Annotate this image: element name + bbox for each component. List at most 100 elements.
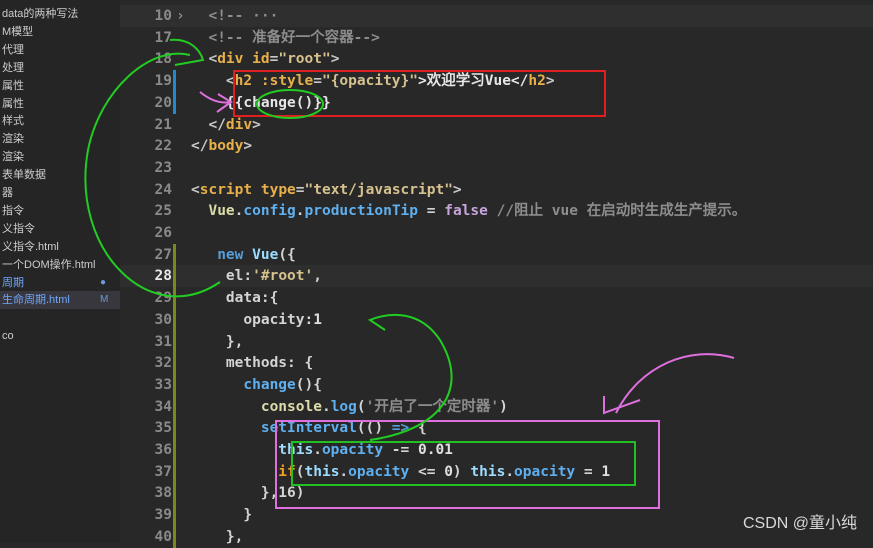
code-line[interactable]: 19 <h2 :style="{opacity}">欢迎学习Vue</h2> bbox=[120, 70, 873, 93]
code-token: "root" bbox=[278, 51, 331, 68]
code-line[interactable]: 24 <script type="text/javascript"> bbox=[120, 179, 873, 201]
code-line[interactable]: 26 bbox=[120, 222, 873, 244]
sidebar-file-item[interactable]: 表单数据 bbox=[0, 166, 120, 184]
git-change-indicator bbox=[173, 352, 176, 375]
sidebar-file-item[interactable]: 周期 ● bbox=[0, 274, 120, 292]
code-token: if bbox=[191, 463, 296, 480]
file-label: co bbox=[2, 330, 14, 343]
git-change-indicator bbox=[173, 417, 176, 440]
code-token: opacity bbox=[321, 442, 384, 458]
code-text: change(){ bbox=[191, 374, 322, 396]
line-number: 35 bbox=[154, 420, 172, 437]
code-token: (){ bbox=[295, 376, 322, 393]
sidebar-file-item[interactable]: data的两种写法 bbox=[0, 5, 120, 23]
line-number: 23 bbox=[154, 159, 172, 176]
code-token: :{ bbox=[260, 290, 279, 307]
code-token: ( bbox=[356, 398, 366, 415]
code-token: 0.01 bbox=[417, 442, 453, 458]
code-line[interactable]: 29 data:{ bbox=[120, 287, 873, 310]
sidebar-file-item[interactable]: 处理 bbox=[0, 59, 120, 77]
code-token: id bbox=[243, 51, 270, 68]
file-label: 周期 bbox=[2, 276, 24, 289]
sidebar-file-item[interactable]: 属性 bbox=[0, 77, 120, 95]
code-line[interactable]: 30 opacity:1 bbox=[120, 308, 873, 331]
sidebar-file-item[interactable]: 样式 bbox=[0, 112, 120, 130]
git-change-indicator bbox=[173, 395, 176, 418]
code-token: opacity bbox=[348, 463, 410, 480]
code-token: } bbox=[191, 507, 253, 524]
git-change-indicator bbox=[173, 70, 176, 93]
code-token: change bbox=[191, 376, 296, 393]
file-label: M模型 bbox=[2, 25, 34, 38]
code-text: } bbox=[191, 504, 252, 526]
line-number: 31 bbox=[154, 333, 172, 350]
code-token: false bbox=[444, 203, 488, 220]
git-change-indicator bbox=[173, 525, 176, 548]
code-line[interactable]: 36 this.opacity -= 0.01 bbox=[120, 439, 873, 461]
code-line[interactable]: 10 › <!-- ··· bbox=[120, 5, 873, 27]
code-token: this bbox=[304, 463, 340, 480]
code-line[interactable]: 38 },16) bbox=[120, 482, 873, 505]
git-status-badge: ● bbox=[100, 276, 107, 288]
code-token: console bbox=[191, 398, 322, 415]
code-line[interactable]: 33 change(){ bbox=[120, 373, 873, 396]
git-status-badge: M bbox=[100, 294, 109, 306]
code-token: h2 bbox=[528, 73, 546, 90]
sidebar-file-item[interactable]: 生命周期.html M bbox=[0, 291, 120, 310]
code-text: if(this.opacity <= 0) this.opacity = 1 bbox=[191, 461, 610, 483]
fold-chevron-icon[interactable]: › bbox=[176, 5, 185, 27]
sidebar-file-item[interactable]: co bbox=[0, 327, 120, 345]
code-editor[interactable]: 10 › <!-- ··· 17 <!-- 准备好一个容器--> 18 <div id… bbox=[120, 0, 873, 548]
code-line[interactable]: 28 el:'#root', bbox=[120, 265, 873, 288]
code-line[interactable]: 25 Vue.config.productionTip = false //阻止… bbox=[120, 200, 873, 222]
sidebar-file-item[interactable]: M模型 bbox=[0, 23, 120, 41]
file-label: 渲染 bbox=[2, 133, 24, 146]
git-change-indicator bbox=[173, 504, 176, 527]
file-label: 代理 bbox=[2, 43, 24, 56]
code-token: > bbox=[252, 116, 261, 133]
sidebar-file-item[interactable]: 一个DOM操作.html bbox=[0, 256, 120, 274]
code-line[interactable]: 23 bbox=[120, 157, 873, 179]
line-number: 38 bbox=[154, 485, 172, 502]
code-line[interactable]: 27 new Vue({ bbox=[120, 243, 873, 266]
code-line[interactable]: 37 if(this.opacity <= 0) this.opacity = … bbox=[120, 460, 873, 483]
code-token: : bbox=[243, 268, 253, 285]
file-label: 属性 bbox=[2, 97, 24, 110]
code-token: = bbox=[313, 73, 322, 90]
line-number: 25 bbox=[154, 203, 172, 220]
code-token: > bbox=[452, 181, 462, 198]
code-line[interactable]: 18 <div id="root"> bbox=[120, 48, 873, 70]
code-text: <!-- 准备好一个容器--> bbox=[191, 27, 379, 49]
sidebar-file-item[interactable]: 属性 bbox=[0, 95, 120, 113]
line-number: 37 bbox=[154, 463, 172, 480]
sidebar-file-item[interactable]: 义指令.html bbox=[0, 238, 120, 256]
code-line[interactable]: 20 {{change()}} bbox=[120, 91, 873, 114]
code-line[interactable]: 35 setInterval(() => { bbox=[120, 417, 873, 440]
code-line[interactable]: 22 </body> bbox=[120, 135, 873, 157]
code-line[interactable]: 31 }, bbox=[120, 330, 873, 353]
code-token: methods bbox=[191, 355, 288, 372]
sidebar-file-item[interactable]: 器 bbox=[0, 184, 120, 202]
code-text: </div> bbox=[191, 114, 261, 136]
code-token: <= bbox=[409, 463, 445, 480]
code-token: type bbox=[252, 181, 296, 198]
code-line[interactable]: 17 <!-- 准备好一个容器--> bbox=[120, 27, 873, 49]
sidebar-file-item[interactable]: 指令 bbox=[0, 202, 120, 220]
code-token: < bbox=[191, 181, 200, 198]
code-token: 1 bbox=[313, 311, 322, 328]
sidebar-file-item[interactable]: 渲染 bbox=[0, 148, 120, 166]
code-token: </ bbox=[191, 138, 209, 155]
code-line[interactable]: 21 </div> bbox=[120, 114, 873, 136]
code-line[interactable]: 32 methods: { bbox=[120, 352, 873, 375]
sidebar-file-item[interactable]: 义指令 bbox=[0, 220, 120, 238]
file-label: 器 bbox=[2, 187, 13, 199]
sidebar-file-item[interactable]: 代理 bbox=[0, 41, 120, 59]
code-line[interactable]: 34 console.log('开启了一个定时器') bbox=[120, 395, 873, 418]
code-text: <script type="text/javascript"> bbox=[191, 179, 462, 201]
code-token: "{opacity}" bbox=[321, 73, 418, 90]
sidebar-file-item[interactable]: 渲染 bbox=[0, 130, 120, 148]
csdn-watermark: CSDN @童小纯 bbox=[742, 515, 857, 532]
code-token: < bbox=[191, 51, 218, 68]
sidebar-file-item[interactable] bbox=[0, 309, 120, 327]
code-token: this bbox=[470, 463, 506, 480]
